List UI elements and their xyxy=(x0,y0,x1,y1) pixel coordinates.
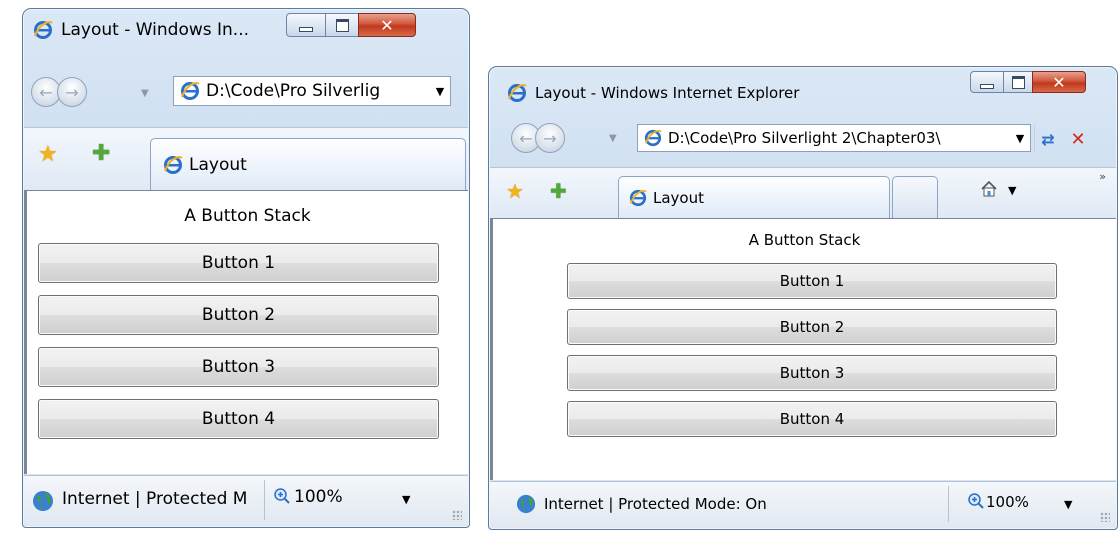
button-4[interactable]: Button 4 xyxy=(567,401,1057,437)
stack-title: A Button Stack xyxy=(184,206,311,226)
minimize-button[interactable] xyxy=(970,71,1004,93)
button-3[interactable]: Button 3 xyxy=(38,347,439,387)
stop-icon: ✕ xyxy=(1070,128,1086,150)
minimize-icon xyxy=(299,26,313,32)
page-content: A Button Stack Button 1 Button 2 Button … xyxy=(490,218,1116,480)
home-dropdown-icon[interactable]: ▼ xyxy=(1008,184,1016,197)
caption-buttons: ✕ xyxy=(970,71,1086,93)
status-text: Internet | Protected M xyxy=(62,489,248,509)
resize-grip[interactable] xyxy=(452,510,462,520)
tab-label: Layout xyxy=(189,154,247,175)
address-text: D:\Code\Pro Silverlig xyxy=(206,81,381,101)
status-bar: Internet | Protected Mode: On 100% ▼ xyxy=(490,481,1116,528)
close-button[interactable]: ✕ xyxy=(358,13,416,37)
recent-pages-dropdown-icon[interactable]: ▼ xyxy=(609,133,617,144)
maximize-button[interactable] xyxy=(1003,71,1033,93)
recent-pages-dropdown-icon[interactable]: ▼ xyxy=(141,88,149,99)
tab-toolbar: ★ ✚ Layout xyxy=(24,127,468,191)
ie-page-icon xyxy=(180,81,200,101)
ie-icon xyxy=(507,83,527,103)
home-icon[interactable] xyxy=(980,180,998,202)
new-tab-button[interactable] xyxy=(892,176,938,218)
add-favorites-icon[interactable]: ✚ xyxy=(550,180,567,202)
more-tools-chevron[interactable]: » xyxy=(1099,170,1106,183)
maximize-icon xyxy=(1011,75,1025,89)
stop-button[interactable]: ✕ xyxy=(1065,125,1091,153)
status-text: Internet | Protected Mode: On xyxy=(544,495,767,513)
refresh-icon: ⇄ xyxy=(1041,129,1055,149)
maximize-button[interactable] xyxy=(325,13,359,37)
status-separator xyxy=(948,486,949,522)
forward-arrow-icon: → xyxy=(65,82,79,102)
button-1[interactable]: Button 1 xyxy=(567,263,1057,299)
close-icon: ✕ xyxy=(380,15,394,35)
address-dropdown-icon[interactable]: ▼ xyxy=(1010,132,1030,145)
internet-zone-globe-icon xyxy=(516,494,536,514)
status-bar: Internet | Protected M 100% ▼ xyxy=(24,475,468,526)
page-content: A Button Stack Button 1 Button 2 Button … xyxy=(24,190,468,474)
tab-label: Layout xyxy=(653,188,704,207)
zoom-dropdown-icon[interactable]: ▼ xyxy=(1064,498,1072,511)
button-3[interactable]: Button 3 xyxy=(567,355,1057,391)
forward-arrow-icon: → xyxy=(543,128,557,148)
resize-grip[interactable] xyxy=(1100,512,1110,522)
refresh-button[interactable]: ⇄ xyxy=(1034,125,1061,153)
button-1[interactable]: Button 1 xyxy=(38,243,439,283)
tab-ie-icon xyxy=(163,155,183,175)
tab-layout[interactable]: Layout xyxy=(618,176,890,218)
stack-title: A Button Stack xyxy=(748,231,861,249)
ie-icon xyxy=(33,20,53,40)
close-button[interactable]: ✕ xyxy=(1032,71,1086,93)
button-2[interactable]: Button 2 xyxy=(567,309,1057,345)
back-arrow-icon: ← xyxy=(39,82,53,102)
zoom-icon[interactable] xyxy=(274,488,290,504)
ie-page-icon xyxy=(644,129,662,147)
forward-button[interactable]: → xyxy=(57,77,87,107)
address-bar[interactable]: D:\Code\Pro Silverlight 2\Chapter03\ ▼ xyxy=(637,124,1031,152)
window-title: Layout - Windows In... xyxy=(61,20,250,40)
favorites-star-icon[interactable]: ★ xyxy=(506,180,524,202)
zoom-icon[interactable] xyxy=(968,493,984,509)
favorites-star-icon[interactable]: ★ xyxy=(38,144,58,166)
close-icon: ✕ xyxy=(1052,72,1066,92)
minimize-icon xyxy=(980,83,994,89)
maximize-icon xyxy=(335,18,349,32)
zoom-level[interactable]: 100% xyxy=(986,493,1029,511)
minimize-button[interactable] xyxy=(286,13,326,37)
button-4[interactable]: Button 4 xyxy=(38,399,439,439)
tab-ie-icon xyxy=(629,189,647,207)
window-title: Layout - Windows Internet Explorer xyxy=(535,84,800,102)
add-favorites-icon[interactable]: ✚ xyxy=(92,143,110,165)
forward-button[interactable]: → xyxy=(535,123,565,153)
tab-toolbar: ★ ✚ Layout ▼ » xyxy=(490,167,1116,219)
button-2[interactable]: Button 2 xyxy=(38,295,439,335)
tab-layout[interactable]: Layout xyxy=(150,138,466,190)
zoom-level[interactable]: 100% xyxy=(294,487,343,507)
browser-window-large: Layout - Windows Internet Explorer ✕ ← →… xyxy=(488,66,1118,530)
address-dropdown-icon[interactable]: ▼ xyxy=(430,85,450,98)
address-bar[interactable]: D:\Code\Pro Silverlig ▼ xyxy=(173,76,451,106)
zoom-dropdown-icon[interactable]: ▼ xyxy=(402,493,410,506)
browser-window-small: Layout - Windows In... ✕ ← → ▼ D:\Code\P… xyxy=(22,8,470,528)
back-arrow-icon: ← xyxy=(519,128,533,148)
internet-zone-globe-icon xyxy=(32,490,54,512)
status-separator xyxy=(264,480,265,520)
address-text: D:\Code\Pro Silverlight 2\Chapter03\ xyxy=(668,129,941,147)
caption-buttons: ✕ xyxy=(286,13,416,37)
